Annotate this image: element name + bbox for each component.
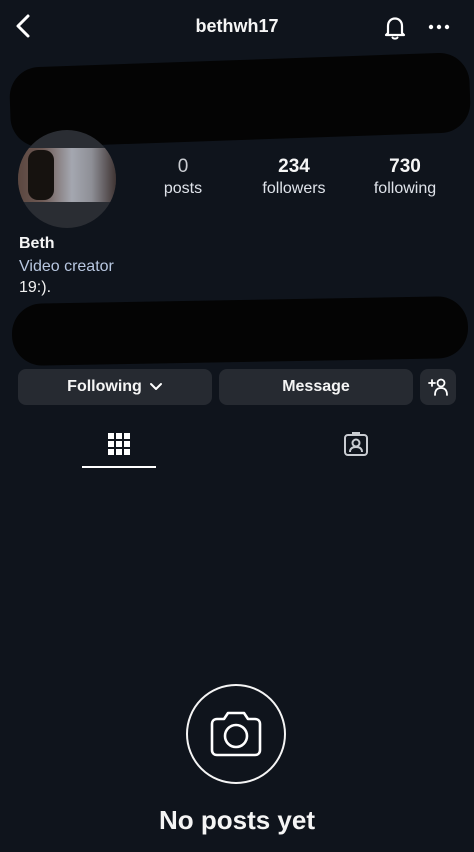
stat-followers[interactable]: 234 followers: [239, 156, 349, 200]
following-button-label: Following: [67, 378, 142, 395]
avatar-image-shadow: [28, 150, 54, 200]
redacted-area-bio: [11, 296, 469, 366]
posts-count: 0: [177, 156, 189, 177]
stat-posts[interactable]: 0 posts: [128, 156, 238, 200]
tab-tagged[interactable]: [276, 420, 436, 468]
top-bar: bethwh17: [0, 0, 474, 56]
profile-bio: 19:).: [19, 279, 52, 296]
chevron-down-icon: [149, 382, 163, 392]
tab-grid[interactable]: [39, 420, 199, 468]
followers-count: 234: [278, 156, 310, 177]
message-button[interactable]: Message: [219, 369, 413, 405]
grid-icon: [107, 432, 131, 456]
tagged-person-icon: [342, 430, 370, 458]
posts-label: posts: [163, 180, 203, 197]
person-add-icon: [427, 377, 449, 397]
active-tab-indicator: [82, 466, 156, 468]
profile-tabs: [0, 420, 474, 470]
empty-state-camera: [186, 684, 286, 784]
empty-state-title: No posts yet: [158, 805, 316, 835]
more-horizontal-icon[interactable]: [424, 12, 454, 42]
suggest-users-button[interactable]: [420, 369, 456, 405]
following-count: 730: [389, 156, 421, 177]
followers-label: followers: [262, 180, 326, 197]
profile-category: Video creator: [19, 258, 114, 275]
profile-name: Beth: [19, 235, 55, 252]
profile-avatar[interactable]: [18, 130, 116, 228]
following-button[interactable]: Following: [18, 369, 212, 405]
bell-icon[interactable]: [380, 12, 410, 42]
stat-following[interactable]: 730 following: [350, 156, 460, 200]
following-label: following: [373, 180, 437, 197]
camera-icon: [208, 710, 264, 758]
message-button-label: Message: [282, 378, 350, 395]
